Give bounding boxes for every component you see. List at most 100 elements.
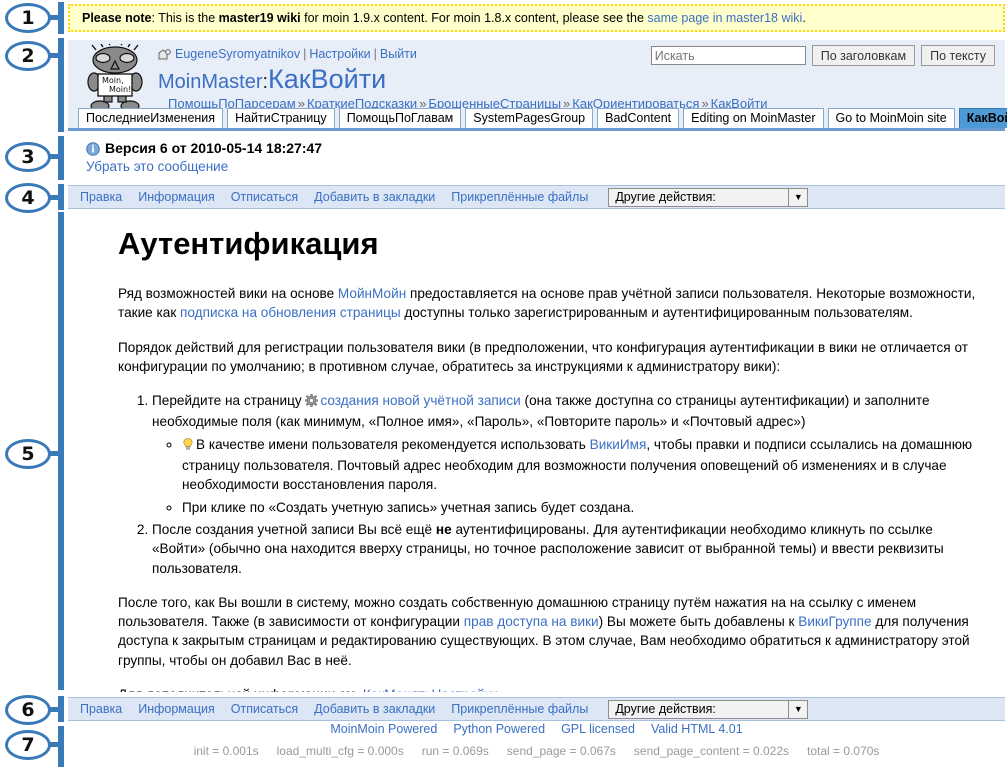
search-fulltext-button[interactable]: По тексту bbox=[921, 45, 995, 66]
link-how-to-change-settings[interactable]: КакМенятьНастройки bbox=[363, 687, 498, 692]
timing-load-multi-cfg: load_multi_cfg = 0.000s bbox=[277, 744, 404, 758]
annotation-badge-1: 1 bbox=[5, 3, 51, 33]
annotation-number: 2 bbox=[21, 45, 34, 67]
nav-tab-recent-changes[interactable]: ПоследниеИзменения bbox=[78, 108, 223, 128]
notice-colon: : This is the bbox=[151, 11, 218, 25]
action-edit[interactable]: Правка bbox=[80, 190, 122, 204]
nav-tab-find-page[interactable]: НайтиСтраницу bbox=[227, 108, 335, 128]
footer-timings: init = 0.001s load_multi_cfg = 0.000s run … bbox=[68, 744, 1005, 758]
lightbulb-icon bbox=[182, 437, 194, 456]
page-content: Аутентификация Ряд возможностей вики на … bbox=[68, 212, 1005, 692]
gear-icon bbox=[305, 393, 318, 412]
li1-part-a: Перейдите на страницу bbox=[152, 393, 305, 408]
annotation-number: 6 bbox=[21, 699, 34, 721]
chevron-down-icon: ▼ bbox=[788, 701, 807, 718]
version-text: Версия 6 от 2010-05-14 18:27:47 bbox=[105, 140, 322, 156]
nav-tab-help-contents[interactable]: ПомощьПоГлавам bbox=[339, 108, 462, 128]
footer-link-python-powered[interactable]: Python Powered bbox=[453, 722, 545, 736]
footer-link-valid-html[interactable]: Valid HTML 4.01 bbox=[651, 722, 743, 736]
info-icon bbox=[86, 142, 100, 159]
action-edit[interactable]: Правка bbox=[80, 702, 122, 716]
annotation-number: 4 bbox=[21, 187, 34, 209]
annotation-number: 5 bbox=[21, 443, 34, 465]
more-actions-select[interactable]: Другие действия: ▼ bbox=[608, 700, 808, 719]
nav-tab-system-pages-group[interactable]: SystemPagesGroup bbox=[465, 108, 593, 128]
search-input[interactable] bbox=[651, 46, 806, 65]
link-wikiname[interactable]: ВикиИмя bbox=[590, 437, 647, 452]
preferences-link[interactable]: Настройки bbox=[309, 47, 370, 61]
link-page-subscription[interactable]: подписка на обновления страницы bbox=[180, 305, 401, 320]
annotation-number: 3 bbox=[21, 146, 34, 168]
link-moinmoin[interactable]: МойнМойн bbox=[338, 286, 406, 301]
timing-run: run = 0.069s bbox=[422, 744, 489, 758]
nav-tab-current-page[interactable]: КакВойти bbox=[959, 108, 1007, 128]
action-attachments[interactable]: Прикреплённые файлы bbox=[451, 702, 588, 716]
notice-wiki-name: master19 wiki bbox=[219, 11, 301, 25]
annotation-badge-7: 7 bbox=[5, 730, 51, 760]
footer-link-gpl-licensed[interactable]: GPL licensed bbox=[561, 722, 635, 736]
annotation-number: 7 bbox=[21, 734, 34, 756]
notice-link[interactable]: same page in master18 wiki bbox=[647, 11, 802, 25]
link-wikigroup[interactable]: ВикиГруппе bbox=[798, 614, 871, 629]
content-paragraph-3: После того, как Вы вошли в систему, можн… bbox=[118, 593, 983, 670]
annotation-badge-2: 2 bbox=[5, 41, 51, 71]
search-titles-button[interactable]: По заголовкам bbox=[812, 45, 915, 66]
page-title: MoinMaster:КакВойти bbox=[158, 64, 386, 95]
nav-tab-go-to-moinmoin-site[interactable]: Go to MoinMoin site bbox=[828, 108, 955, 128]
timing-send-page-content: send_page_content = 0.022s bbox=[634, 744, 789, 758]
action-info[interactable]: Информация bbox=[138, 190, 215, 204]
screenshot-root: 1 2 3 4 5 6 7 Please note: This is the m… bbox=[0, 0, 1007, 767]
footer-link-moinmoin-powered[interactable]: MoinMoin Powered bbox=[330, 722, 437, 736]
more-actions-select[interactable]: Другие действия: ▼ bbox=[608, 188, 808, 207]
annotation-badge-5: 5 bbox=[5, 439, 51, 469]
nav-tab-editing-on-moinmaster[interactable]: Editing on MoinMaster bbox=[683, 108, 823, 128]
link-sep: | bbox=[374, 47, 377, 61]
user-home-icon bbox=[158, 49, 172, 64]
page-title-text: КакВойти bbox=[268, 64, 386, 94]
moinmoin-logo[interactable]: Moin, Moin! bbox=[76, 44, 154, 116]
chevron-down-icon: ▼ bbox=[788, 189, 807, 206]
notice-end: . bbox=[802, 11, 805, 25]
action-attachments[interactable]: Прикреплённые файлы bbox=[451, 190, 588, 204]
timing-send-page: send_page = 0.067s bbox=[507, 744, 616, 758]
link-create-account[interactable]: создания новой учётной записи bbox=[320, 393, 520, 408]
p1-part-a: Ряд возможностей вики на основе bbox=[118, 286, 338, 301]
timing-init: init = 0.001s bbox=[194, 744, 259, 758]
li2-bold: не bbox=[436, 522, 452, 537]
notice-mid: for moin 1.9.x content. For moin 1.8.x c… bbox=[301, 11, 648, 25]
li2-part-a: После создания учетной записи Вы всё ещё bbox=[152, 522, 436, 537]
action-unsubscribe[interactable]: Отписаться bbox=[231, 190, 298, 204]
action-add-bookmark[interactable]: Добавить в закладки bbox=[314, 702, 435, 716]
p1-part-c: доступны только зарегистрированным и аут… bbox=[401, 305, 913, 320]
list-item: При клике по «Создать учетную запись» уч… bbox=[182, 498, 983, 517]
version-line: Версия 6 от 2010-05-14 18:27:47 bbox=[86, 134, 1005, 159]
svg-text:Moin,: Moin, bbox=[102, 76, 124, 85]
annotation-number: 1 bbox=[21, 7, 34, 29]
user-name-link[interactable]: EugeneSyromyatnikov bbox=[175, 47, 300, 61]
list-item: Перейдите на страницу создания новой учё… bbox=[152, 391, 983, 517]
footer-links: MoinMoin Powered Python Powered GPL licens… bbox=[68, 722, 1005, 736]
search-form: По заголовкам По тексту bbox=[651, 45, 995, 66]
parent-page-link[interactable]: MoinMaster bbox=[158, 71, 262, 93]
action-bar-top: Правка Информация Отписаться Добавить в … bbox=[68, 185, 1005, 209]
dismiss-message: Убрать это сообщение bbox=[86, 159, 1005, 174]
nav-tab-bad-content[interactable]: BadContent bbox=[597, 108, 679, 128]
content-paragraph-1: Ряд возможностей вики на основе МойнМойн… bbox=[118, 284, 983, 323]
annotation-badge-6: 6 bbox=[5, 695, 51, 725]
content-paragraph-4: Для дополнительной информации см. КакМен… bbox=[118, 685, 983, 692]
action-add-bookmark[interactable]: Добавить в закладки bbox=[314, 190, 435, 204]
nav-tabs: ПоследниеИзменения НайтиСтраницу ПомощьП… bbox=[78, 108, 1007, 128]
logout-link[interactable]: Выйти bbox=[380, 47, 417, 61]
link-access-control[interactable]: прав доступа на вики bbox=[464, 614, 599, 629]
page-header: Moin, Moin! EugeneSyromyatnikov | Настройк… bbox=[68, 40, 1005, 131]
p4-part-b: . bbox=[498, 687, 502, 692]
action-unsubscribe[interactable]: Отписаться bbox=[231, 702, 298, 716]
p4-part-a: Для дополнительной информации см. bbox=[118, 687, 363, 692]
p3-part-b: ) Вы можете быть добавлены к bbox=[599, 614, 799, 629]
more-actions-label: Другие действия: bbox=[615, 702, 716, 716]
page-footer: MoinMoin Powered Python Powered GPL licens… bbox=[68, 722, 1005, 758]
content-heading: Аутентификация bbox=[118, 226, 983, 262]
notice-text: Please note: This is the master19 wiki f… bbox=[82, 11, 806, 25]
action-info[interactable]: Информация bbox=[138, 702, 215, 716]
dismiss-message-link[interactable]: Убрать это сообщение bbox=[86, 159, 228, 174]
